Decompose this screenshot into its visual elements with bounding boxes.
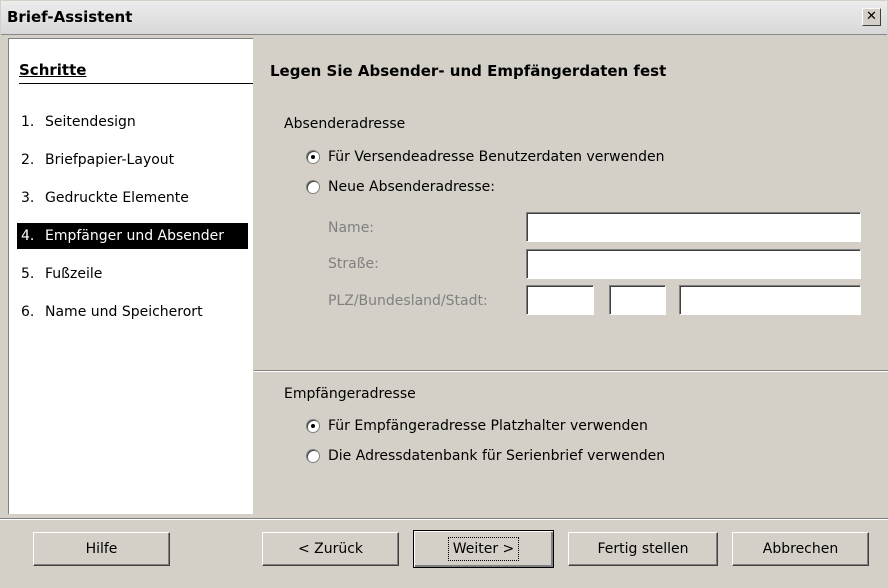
- step-seitendesign[interactable]: 1. Seitendesign: [9, 109, 254, 135]
- finish-button[interactable]: Fertig stellen: [568, 532, 718, 566]
- step-label: Gedruckte Elemente: [45, 190, 189, 206]
- window-title: Brief-Assistent: [7, 8, 133, 26]
- page-title: Legen Sie Absender- und Empfängerdaten f…: [270, 62, 667, 80]
- sender-zip-field[interactable]: [526, 285, 594, 315]
- radio-unselected-icon: [306, 180, 320, 194]
- step-number: 2.: [21, 152, 35, 168]
- sender-street-label: Straße:: [328, 256, 379, 272]
- section-divider: [254, 370, 888, 372]
- radio-selected-icon: [306, 419, 320, 433]
- step-label: Empfänger und Absender: [45, 228, 225, 244]
- step-name-und-speicherort[interactable]: 6. Name und Speicherort: [9, 299, 254, 325]
- sender-new-address-radio[interactable]: Neue Absenderadresse:: [306, 179, 495, 195]
- brief-assistent-dialog: Brief-Assistent ✕ Schritte 1. Seitendesig…: [0, 0, 888, 588]
- recipient-section-label: Empfängeradresse: [284, 386, 416, 402]
- steps-header: Schritte: [19, 61, 87, 79]
- step-fusszeile[interactable]: 5. Fußzeile: [9, 261, 254, 287]
- step-briefpapier-layout[interactable]: 2. Briefpapier-Layout: [9, 147, 254, 173]
- step-label: Seitendesign: [45, 114, 136, 130]
- step-number: 6.: [21, 304, 35, 320]
- close-button[interactable]: ✕: [862, 8, 881, 26]
- main-panel: Legen Sie Absender- und Empfängerdaten f…: [254, 38, 888, 514]
- recipient-database-radio[interactable]: Die Adressdatenbank für Serienbrief verw…: [306, 448, 665, 464]
- recipient-database-label: Die Adressdatenbank für Serienbrief verw…: [328, 448, 666, 464]
- sender-name-label: Name:: [328, 220, 375, 236]
- back-button[interactable]: < Zurück: [262, 532, 399, 566]
- steps-sidebar: Schritte 1. Seitendesign 2. Briefpapier-La…: [8, 38, 253, 514]
- step-number: 1.: [21, 114, 35, 130]
- step-number: 4.: [21, 228, 35, 244]
- steps-list: 1. Seitendesign 2. Briefpapier-Layout 3. Ge…: [9, 109, 254, 337]
- step-number: 5.: [21, 266, 35, 282]
- step-gedruckte-elemente[interactable]: 3. Gedruckte Elemente: [9, 185, 254, 211]
- step-number: 3.: [21, 190, 35, 206]
- step-empfaenger-und-absender[interactable]: 4. Empfänger und Absender: [17, 223, 248, 249]
- steps-header-divider: [19, 83, 253, 84]
- recipient-placeholder-radio[interactable]: Für Empfängeradresse Platzhalter verwend…: [306, 418, 648, 434]
- close-icon: ✕: [866, 9, 877, 24]
- help-button[interactable]: Hilfe: [33, 532, 170, 566]
- sender-street-field[interactable]: [526, 249, 861, 279]
- recipient-placeholder-label: Für Empfängeradresse Platzhalter verwend…: [328, 418, 648, 434]
- step-label: Fußzeile: [45, 266, 103, 282]
- sender-new-address-label: Neue Absenderadresse:: [328, 179, 495, 195]
- sender-userdata-radio[interactable]: Für Versendeadresse Benutzerdaten verwen…: [306, 149, 664, 165]
- title-bar: Brief-Assistent ✕: [1, 1, 887, 35]
- sender-zip-state-city-label: PLZ/Bundesland/Stadt:: [328, 293, 488, 309]
- cancel-button[interactable]: Abbrechen: [732, 532, 869, 566]
- sender-name-field[interactable]: [526, 212, 861, 242]
- sender-state-field[interactable]: [609, 285, 666, 315]
- sender-city-field[interactable]: [679, 285, 861, 315]
- step-label: Name und Speicherort: [45, 304, 203, 320]
- next-button[interactable]: Weiter >: [413, 530, 554, 568]
- button-bar-divider: [0, 518, 888, 520]
- radio-unselected-icon: [306, 449, 320, 463]
- sender-section-label: Absenderadresse: [284, 116, 406, 132]
- step-label: Briefpapier-Layout: [45, 152, 175, 168]
- radio-selected-icon: [306, 150, 320, 164]
- sender-userdata-label: Für Versendeadresse Benutzerdaten verwen…: [328, 149, 665, 165]
